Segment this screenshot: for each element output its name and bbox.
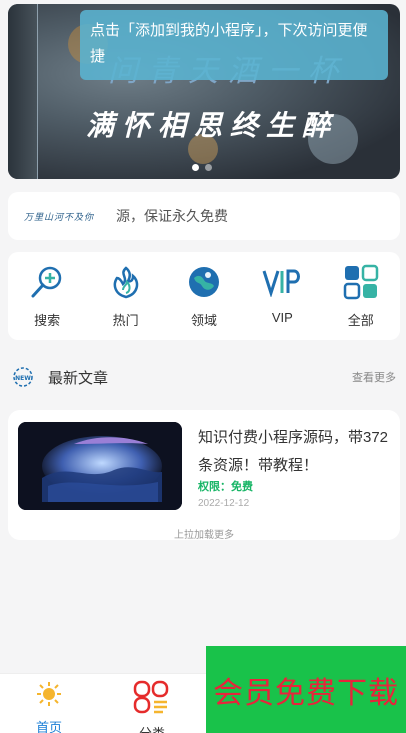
quick-menu: 搜索 热门 领域 VIP 全部 [8,252,400,340]
carousel-indicator [192,164,212,171]
tab-label: 首页 [35,720,62,733]
carousel-dot-active[interactable] [192,164,199,171]
menu-item-search[interactable]: 搜索 [12,262,82,340]
latest-articles-header: NEW 最新文章 查看更多 [8,362,400,392]
menu-item-hot[interactable]: 热门 [91,262,161,340]
tip-text: 点击「添加到我的小程序」，下次访问更便捷 [90,22,368,65]
member-free-download-banner[interactable]: 会员免费下载 [206,646,406,733]
load-more-hint: 上拉加载更多 [174,530,234,541]
menu-label: 领域 [190,313,217,328]
tab-home[interactable]: 首页 [19,680,79,733]
category-icon [122,680,182,719]
view-more-link[interactable]: 查看更多 [352,369,396,385]
menu-item-all[interactable]: 全部 [326,262,396,340]
notice-logo: 万里山河不及你 [24,212,95,223]
notice-bar[interactable]: 万里山河不及你 源，保证永久免费 [8,192,400,240]
tab-category[interactable]: 分类 [122,680,182,733]
banner-poem-line-2: 满怀相思终生醉 [86,109,339,142]
article-title[interactable]: 知识付费小程序源码，带372条资源！带教程！ [198,424,394,480]
tab-label: 分类 [122,723,182,733]
menu-label: 全部 [347,313,374,328]
sun-icon [19,680,79,713]
article-date: 2022-12-12 [198,498,250,509]
search-plus-icon [12,262,82,302]
flame-icon [91,262,161,302]
menu-label: VIP [271,310,293,325]
add-to-mini-program-tip[interactable]: 点击「添加到我的小程序」，下次访问更便捷 [80,10,388,80]
menu-label: 搜索 [34,313,61,328]
menu-item-vip[interactable]: VIP [247,262,317,340]
grid-icon [326,262,396,302]
vip-icon [247,262,317,302]
notice-text: 源，保证永久免费 [116,208,228,224]
globe-icon [169,262,239,302]
section-title: 最新文章 [48,369,109,387]
article-thumbnail [18,422,182,510]
article-card[interactable]: 知识付费小程序源码，带372条资源！带教程！ 权限：免费 2022-12-12 … [8,410,400,541]
svg-text:NEW: NEW [15,375,31,382]
menu-label: 热门 [112,313,139,328]
new-badge-icon: NEW [12,366,34,388]
banner-prev-slide-edge [8,4,38,179]
promo-text: 会员免费下载 [213,676,399,710]
carousel-dot[interactable] [205,164,212,171]
menu-item-domain[interactable]: 领域 [169,262,239,340]
article-permission: 权限：免费 [198,481,253,493]
